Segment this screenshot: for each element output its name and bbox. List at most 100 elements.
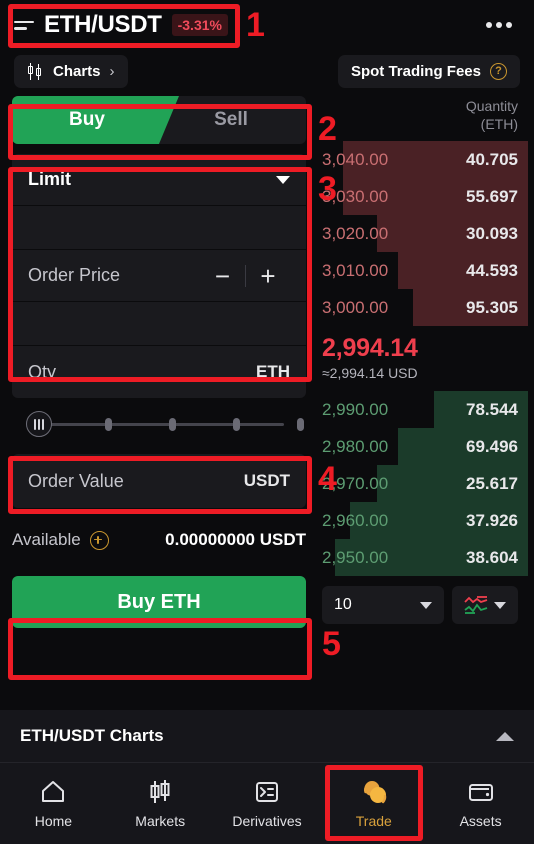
ask-price: 3,000.00 xyxy=(322,297,389,317)
grouping-select[interactable]: 10 xyxy=(322,586,444,624)
available-left: Available xyxy=(12,530,109,550)
order-value-placeholder: Order Value xyxy=(28,470,124,491)
bid-price: 2,950.00 xyxy=(322,547,389,567)
bid-rows: 2,990.00 78.544 2,980.00 69.496 2,970.00… xyxy=(318,391,528,576)
nav-label: Markets xyxy=(135,813,186,829)
candlestick-icon xyxy=(27,62,44,80)
table-row[interactable]: 2,990.00 78.544 xyxy=(318,391,528,428)
nav-label: Trade xyxy=(355,813,392,829)
amount-slider[interactable] xyxy=(12,404,306,444)
table-row[interactable]: 3,030.00 55.697 xyxy=(318,178,528,215)
bid-qty: 37.926 xyxy=(466,510,518,530)
orderbook-panel: Quantity (ETH) 3,040.00 40.705 3,030.00 … xyxy=(318,92,534,647)
order-price-field[interactable]: Order Price − + xyxy=(12,250,306,302)
list-terminal-icon xyxy=(252,778,282,806)
price-change-badge: -3.31% xyxy=(171,14,228,36)
ask-price: 3,040.00 xyxy=(322,149,389,169)
nav-label: Assets xyxy=(459,813,502,829)
bid-price: 2,960.00 xyxy=(322,510,389,530)
more-options-icon[interactable] xyxy=(478,14,520,36)
order-type-spacer xyxy=(12,206,306,250)
chevron-up-icon[interactable] xyxy=(496,731,514,741)
spot-trading-fees-label: Spot Trading Fees xyxy=(350,62,481,80)
quantity-unit: ETH xyxy=(256,362,290,381)
order-value-field[interactable]: Order Value USDT xyxy=(12,454,306,508)
nav-label: Home xyxy=(34,813,73,829)
order-entry-panel: Buy Sell Limit Order Price − + Qty ETH O… xyxy=(0,92,318,647)
table-row[interactable]: 2,980.00 69.496 xyxy=(318,428,528,465)
available-label: Available xyxy=(12,530,81,549)
chevron-down-icon xyxy=(494,601,506,609)
order-value-unit: USDT xyxy=(243,471,290,490)
buy-sell-tabs: Buy Sell xyxy=(12,96,306,144)
order-price-placeholder: Order Price xyxy=(28,265,121,285)
orderbook-view-select[interactable] xyxy=(452,586,518,624)
chevron-down-icon xyxy=(420,601,432,609)
ask-qty: 40.705 xyxy=(466,149,518,169)
nav-label: Derivatives xyxy=(232,813,302,829)
annotation-number-1: 1 xyxy=(246,6,265,44)
orderbook-controls: 10 xyxy=(318,576,528,624)
grouping-value: 10 xyxy=(334,596,352,613)
bottom-navigation: Home Markets Derivatives Trade Assets xyxy=(0,762,534,844)
slider-tick-75[interactable] xyxy=(233,417,240,431)
chevron-down-icon xyxy=(276,175,290,184)
slider-track xyxy=(40,422,284,426)
table-row[interactable]: 2,970.00 25.617 xyxy=(318,465,528,502)
nav-item-markets[interactable]: Markets xyxy=(107,778,214,829)
annotation-number-5: 5 xyxy=(322,625,341,663)
order-form: Limit Order Price − + Qty ETH xyxy=(12,154,306,398)
annotation-number-3: 3 xyxy=(318,170,337,208)
nav-item-assets[interactable]: Assets xyxy=(427,778,534,829)
table-row[interactable]: 2,950.00 38.604 xyxy=(318,539,528,576)
bid-qty: 78.544 xyxy=(466,399,518,419)
charts-footer[interactable]: ETH/USDT Charts xyxy=(0,710,534,762)
annotation-number-2: 2 xyxy=(318,110,337,148)
tab-buy[interactable]: Buy xyxy=(12,96,162,144)
charts-button-label: Charts xyxy=(53,62,101,80)
spot-trading-fees-button[interactable]: Spot Trading Fees ? xyxy=(337,54,520,88)
quantity-column-header: Quantity (ETH) xyxy=(465,98,518,132)
slider-tick-25[interactable] xyxy=(105,417,112,431)
quantity-field[interactable]: Qty ETH xyxy=(12,346,306,398)
table-row[interactable]: 3,020.00 30.093 xyxy=(318,215,528,252)
tab-sell[interactable]: Sell xyxy=(156,96,306,144)
table-row[interactable]: 2,960.00 37.926 xyxy=(318,502,528,539)
nav-item-home[interactable]: Home xyxy=(0,778,107,829)
bid-qty: 69.496 xyxy=(466,436,518,456)
bid-qty: 25.617 xyxy=(466,473,518,493)
trading-screen: ETH/USDT -3.31% Charts › Spot Trading Fe… xyxy=(0,0,534,844)
wallet-icon xyxy=(466,778,496,806)
table-row[interactable]: 3,000.00 95.305 xyxy=(318,289,528,326)
decrement-button[interactable]: − xyxy=(201,263,245,289)
table-row[interactable]: 3,040.00 40.705 xyxy=(318,141,528,178)
orderbook-header: Quantity (ETH) xyxy=(318,92,528,141)
page-title[interactable]: ETH/USDT xyxy=(44,11,162,39)
order-type-select[interactable]: Limit xyxy=(12,154,306,206)
available-balance-row: Available 0.00000000 USDT xyxy=(12,530,306,550)
hamburger-icon[interactable] xyxy=(14,20,34,30)
nav-item-derivatives[interactable]: Derivatives xyxy=(214,778,321,829)
order-price-spacer xyxy=(12,302,306,346)
last-price-block: 2,994.14 ≈2,994.14 USD xyxy=(318,326,528,391)
ask-qty: 44.593 xyxy=(466,260,518,280)
increment-button[interactable]: + xyxy=(246,263,290,289)
ask-price: 3,020.00 xyxy=(322,223,389,243)
nav-item-trade[interactable]: Trade xyxy=(320,778,427,829)
slider-handle[interactable] xyxy=(26,411,52,437)
order-type-value: Limit xyxy=(28,169,71,189)
table-row[interactable]: 3,010.00 44.593 xyxy=(318,252,528,289)
quantity-placeholder: Qty xyxy=(28,361,57,382)
home-icon xyxy=(38,778,68,806)
depth-chart-icon xyxy=(464,596,488,614)
charts-button[interactable]: Charts › xyxy=(14,54,128,88)
slider-tick-50[interactable] xyxy=(169,417,176,431)
plus-circle-icon[interactable] xyxy=(89,530,109,550)
ask-qty: 30.093 xyxy=(466,223,518,243)
slider-tick-100[interactable] xyxy=(297,417,304,431)
last-price: 2,994.14 xyxy=(322,334,418,362)
buy-eth-button[interactable]: Buy ETH xyxy=(12,576,306,628)
bid-price: 2,980.00 xyxy=(322,436,389,456)
help-icon[interactable]: ? xyxy=(490,62,507,80)
body: Buy Sell Limit Order Price − + Qty ETH O… xyxy=(0,92,534,647)
